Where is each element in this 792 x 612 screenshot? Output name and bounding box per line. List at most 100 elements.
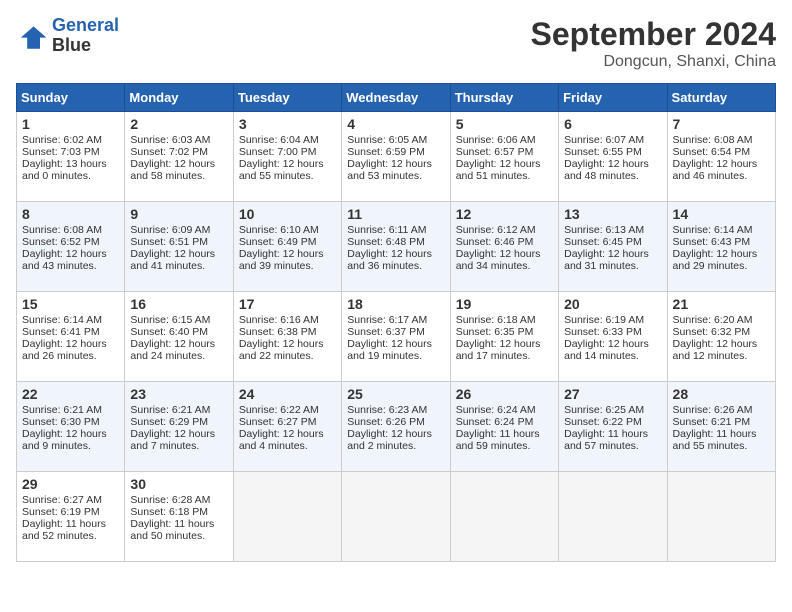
- calendar-week-4: 29Sunrise: 6:27 AMSunset: 6:19 PMDayligh…: [17, 472, 776, 562]
- day-number: 6: [564, 116, 661, 132]
- sunrise-text: Sunrise: 6:28 AM: [130, 494, 210, 506]
- daylight-text: Daylight: 12 hours and 14 minutes.: [564, 338, 649, 362]
- calendar-week-2: 15Sunrise: 6:14 AMSunset: 6:41 PMDayligh…: [17, 292, 776, 382]
- sunrise-text: Sunrise: 6:20 AM: [673, 314, 753, 326]
- logo-icon: [16, 20, 48, 52]
- calendar-cell: 6Sunrise: 6:07 AMSunset: 6:55 PMDaylight…: [559, 112, 667, 202]
- sunrise-text: Sunrise: 6:13 AM: [564, 224, 644, 236]
- sunrise-text: Sunrise: 6:12 AM: [456, 224, 536, 236]
- day-number: 28: [673, 386, 770, 402]
- daylight-text: Daylight: 11 hours and 59 minutes.: [456, 428, 540, 452]
- sunset-text: Sunset: 6:41 PM: [22, 326, 100, 338]
- sunset-text: Sunset: 7:02 PM: [130, 146, 208, 158]
- sunset-text: Sunset: 6:32 PM: [673, 326, 751, 338]
- calendar-cell: [559, 472, 667, 562]
- sunrise-text: Sunrise: 6:24 AM: [456, 404, 536, 416]
- calendar-cell: 30Sunrise: 6:28 AMSunset: 6:18 PMDayligh…: [125, 472, 233, 562]
- calendar-cell: 16Sunrise: 6:15 AMSunset: 6:40 PMDayligh…: [125, 292, 233, 382]
- sunrise-text: Sunrise: 6:25 AM: [564, 404, 644, 416]
- daylight-text: Daylight: 12 hours and 9 minutes.: [22, 428, 107, 452]
- day-number: 23: [130, 386, 227, 402]
- calendar-cell: 23Sunrise: 6:21 AMSunset: 6:29 PMDayligh…: [125, 382, 233, 472]
- sunrise-text: Sunrise: 6:05 AM: [347, 134, 427, 146]
- daylight-text: Daylight: 12 hours and 46 minutes.: [673, 158, 758, 182]
- day-number: 27: [564, 386, 661, 402]
- calendar-cell: 5Sunrise: 6:06 AMSunset: 6:57 PMDaylight…: [450, 112, 558, 202]
- day-number: 17: [239, 296, 336, 312]
- sunset-text: Sunset: 6:33 PM: [564, 326, 642, 338]
- sunrise-text: Sunrise: 6:23 AM: [347, 404, 427, 416]
- calendar-cell: 8Sunrise: 6:08 AMSunset: 6:52 PMDaylight…: [17, 202, 125, 292]
- calendar-cell: [667, 472, 775, 562]
- sunrise-text: Sunrise: 6:06 AM: [456, 134, 536, 146]
- sunrise-text: Sunrise: 6:17 AM: [347, 314, 427, 326]
- day-number: 11: [347, 206, 444, 222]
- daylight-text: Daylight: 12 hours and 19 minutes.: [347, 338, 432, 362]
- day-number: 18: [347, 296, 444, 312]
- calendar-cell: 21Sunrise: 6:20 AMSunset: 6:32 PMDayligh…: [667, 292, 775, 382]
- day-number: 13: [564, 206, 661, 222]
- header-row: SundayMondayTuesdayWednesdayThursdayFrid…: [17, 84, 776, 112]
- calendar-cell: [233, 472, 341, 562]
- title-block: September 2024 Dongcun, Shanxi, China: [531, 16, 776, 71]
- day-number: 2: [130, 116, 227, 132]
- daylight-text: Daylight: 12 hours and 48 minutes.: [564, 158, 649, 182]
- day-number: 29: [22, 476, 119, 492]
- calendar-cell: 27Sunrise: 6:25 AMSunset: 6:22 PMDayligh…: [559, 382, 667, 472]
- sunrise-text: Sunrise: 6:15 AM: [130, 314, 210, 326]
- day-number: 9: [130, 206, 227, 222]
- calendar-week-1: 8 Sunrise: 6:08 AMSunset: 6:52 PM Daylight…: [17, 202, 776, 292]
- day-number: 16: [130, 296, 227, 312]
- day-number: 7: [673, 116, 770, 132]
- sunset-text: Sunset: 6:37 PM: [347, 326, 425, 338]
- sunset-text: Sunset: 6:22 PM: [564, 416, 642, 428]
- sunrise-text: Sunrise: 6:02 AM: [22, 134, 102, 146]
- day-number: 24: [239, 386, 336, 402]
- page-header: GeneralBlue September 2024 Dongcun, Shan…: [16, 16, 776, 71]
- sunset-text: Sunset: 6:30 PM: [22, 416, 100, 428]
- sunset-text: Sunset: 6:46 PM: [456, 236, 534, 248]
- sunset-text: Sunset: 6:49 PM: [239, 236, 317, 248]
- calendar-week-0: 1Sunrise: 6:02 AMSunset: 7:03 PMDaylight…: [17, 112, 776, 202]
- sunset-text: Sunset: 6:48 PM: [347, 236, 425, 248]
- day-number: 15: [22, 296, 119, 312]
- sunrise-text: Sunrise: 6:18 AM: [456, 314, 536, 326]
- calendar-cell: 26Sunrise: 6:24 AMSunset: 6:24 PMDayligh…: [450, 382, 558, 472]
- calendar-cell: 29Sunrise: 6:27 AMSunset: 6:19 PMDayligh…: [17, 472, 125, 562]
- calendar-cell: [342, 472, 450, 562]
- sunset-text: Sunset: 6:57 PM: [456, 146, 534, 158]
- sunset-text: Sunset: 6:26 PM: [347, 416, 425, 428]
- logo-text: GeneralBlue: [52, 16, 119, 56]
- daylight-text: Daylight: 12 hours and 29 minutes.: [673, 248, 758, 272]
- day-number: 10: [239, 206, 336, 222]
- daylight-text: Daylight: 11 hours and 50 minutes.: [130, 518, 214, 542]
- calendar-cell: 18 Sunrise: 6:17 AMSunset: 6:37 PMDayligh…: [342, 292, 450, 382]
- calendar-week-3: 22Sunrise: 6:21 AMSunset: 6:30 PMDayligh…: [17, 382, 776, 472]
- sunrise-text: Sunrise: 6:14 AM: [673, 224, 753, 236]
- location: Dongcun, Shanxi, China: [531, 53, 776, 71]
- sunset-text: Sunset: 6:27 PM: [239, 416, 317, 428]
- sunset-text: Sunset: 6:52 PM: [22, 236, 100, 248]
- sunrise-text: Sunrise: 6:27 AM: [22, 494, 102, 506]
- sunrise-text: Sunrise: 6:08 AM: [22, 224, 102, 236]
- day-number: 22: [22, 386, 119, 402]
- logo: GeneralBlue: [16, 16, 119, 56]
- sunset-text: Sunset: 6:18 PM: [130, 506, 208, 518]
- daylight-text: Daylight: 12 hours and 51 minutes.: [456, 158, 541, 182]
- daylight-text: Daylight: 12 hours and 24 minutes.: [130, 338, 215, 362]
- sunset-text: Sunset: 6:51 PM: [130, 236, 208, 248]
- calendar-cell: 2Sunrise: 6:03 AMSunset: 7:02 PMDaylight…: [125, 112, 233, 202]
- day-number: 8: [22, 206, 119, 222]
- col-header-wednesday: Wednesday: [342, 84, 450, 112]
- calendar-cell: 22 Sunrise: 6:21 AMSunset: 6:30 PMDayligh…: [17, 382, 125, 472]
- calendar-cell: 17Sunrise: 6:16 AMSunset: 6:38 PMDayligh…: [233, 292, 341, 382]
- sunrise-text: Sunrise: 6:08 AM: [673, 134, 753, 146]
- sunrise-text: Sunrise: 6:03 AM: [130, 134, 210, 146]
- daylight-text: Daylight: 11 hours and 52 minutes.: [22, 518, 106, 542]
- sunset-text: Sunset: 6:59 PM: [347, 146, 425, 158]
- daylight-text: Daylight: 12 hours and 4 minutes.: [239, 428, 324, 452]
- calendar-cell: 11Sunrise: 6:11 AMSunset: 6:48 PMDayligh…: [342, 202, 450, 292]
- day-number: 3: [239, 116, 336, 132]
- sunrise-text: Sunrise: 6:21 AM: [22, 404, 102, 416]
- sunset-text: Sunset: 6:21 PM: [673, 416, 751, 428]
